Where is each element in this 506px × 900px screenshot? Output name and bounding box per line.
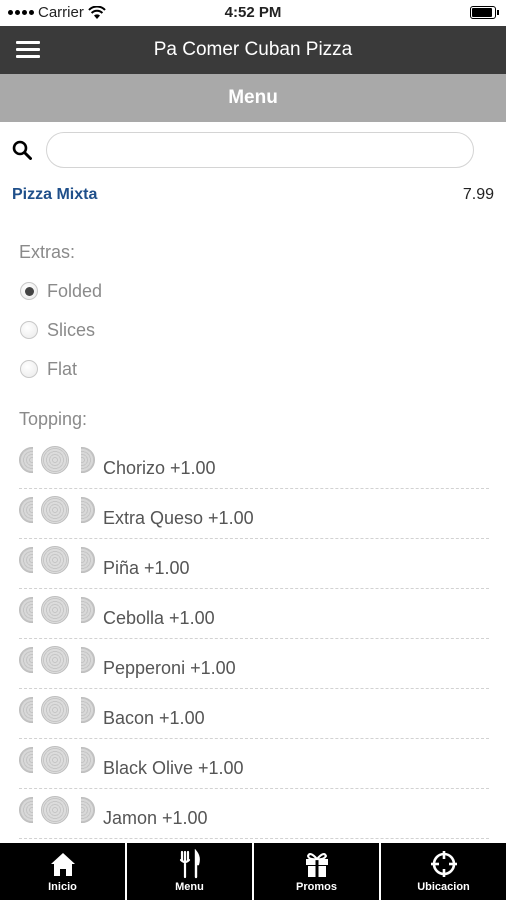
extras-option-slices[interactable]: Slices [20, 316, 95, 344]
search-bar [0, 128, 506, 170]
radio-button[interactable] [20, 360, 38, 378]
nav-title: Pa Comer Cuban Pizza [153, 39, 353, 60]
tab-label: Ubicacion [417, 881, 470, 893]
topping-portion-selector [19, 545, 97, 575]
topping-label: Extra Queso +1.00 [103, 508, 254, 528]
topping-portion-selector [19, 645, 97, 675]
topping-portion-selector [19, 495, 97, 525]
whole-pizza-icon[interactable] [41, 446, 69, 474]
product-name: Pizza Mixta [12, 186, 98, 203]
topping-row: Bacon +1.00 [19, 689, 489, 739]
topping-row: Pepperoni +1.00 [19, 639, 489, 689]
status-bar: Carrier 4:52 PM [0, 0, 506, 26]
radio-label: Slices [47, 319, 96, 340]
tab-ubicacion[interactable]: Ubicacion [381, 843, 506, 900]
radio-label: Flat [47, 358, 78, 379]
topping-portion-selector [19, 745, 97, 775]
left-half-pizza-icon[interactable] [19, 547, 33, 573]
topping-row: Jamon +1.00 [19, 789, 489, 839]
right-half-pizza-icon[interactable] [81, 547, 95, 573]
right-half-pizza-icon[interactable] [81, 697, 95, 723]
whole-pizza-icon[interactable] [41, 696, 69, 724]
topping-label: Chorizo +1.00 [103, 458, 216, 478]
product-row[interactable]: Pizza Mixta 7.99 [12, 186, 494, 204]
topping-row: Black Olive +1.00 [19, 739, 489, 789]
whole-pizza-icon[interactable] [41, 546, 69, 574]
right-half-pizza-icon[interactable] [81, 447, 95, 473]
left-half-pizza-icon[interactable] [19, 647, 33, 673]
radio-button[interactable] [20, 282, 38, 300]
left-half-pizza-icon[interactable] [19, 447, 33, 473]
right-half-pizza-icon[interactable] [81, 647, 95, 673]
topping-label: Piña +1.00 [103, 558, 190, 578]
crosshair-icon [430, 851, 457, 877]
topping-row: Chorizo +1.00 [19, 439, 489, 489]
topping-row: Cebolla +1.00 [19, 589, 489, 639]
fork-knife-icon [179, 849, 200, 879]
topping-portion-selector [19, 795, 97, 825]
extras-option-flat[interactable]: Flat [20, 355, 77, 383]
left-half-pizza-icon[interactable] [19, 497, 33, 523]
nav-bar: Pa Comer Cuban Pizza [0, 26, 506, 74]
topping-row: Piña +1.00 [19, 539, 489, 589]
topping-label: Bacon +1.00 [103, 708, 205, 728]
battery-icon [470, 6, 499, 19]
extras-option-folded[interactable]: Folded [20, 277, 102, 305]
home-icon [50, 853, 75, 876]
left-half-pizza-icon[interactable] [19, 797, 33, 823]
topping-portion-selector [19, 595, 97, 625]
gift-icon [305, 853, 328, 877]
whole-pizza-icon[interactable] [41, 796, 69, 824]
topping-label: Cebolla +1.00 [103, 608, 215, 628]
topping-label: Topping: [19, 409, 88, 429]
tab-bar: Inicio Menu Promos Ubicacion [0, 843, 506, 900]
whole-pizza-icon[interactable] [41, 646, 69, 674]
status-time: 4:52 PM [224, 4, 282, 21]
section-title: Menu [0, 74, 506, 122]
topping-label: Jamon +1.00 [103, 808, 208, 828]
tab-label: Inicio [48, 881, 77, 893]
radio-label: Folded [47, 280, 103, 301]
tab-inicio[interactable]: Inicio [0, 843, 127, 900]
whole-pizza-icon[interactable] [41, 746, 69, 774]
topping-portion-selector [19, 445, 97, 475]
search-icon[interactable] [12, 140, 32, 160]
tab-menu[interactable]: Menu [127, 843, 254, 900]
right-half-pizza-icon[interactable] [81, 797, 95, 823]
left-half-pizza-icon[interactable] [19, 697, 33, 723]
left-half-pizza-icon[interactable] [19, 597, 33, 623]
topping-row: Extra Queso +1.00 [19, 489, 489, 539]
topping-label: Black Olive +1.00 [103, 758, 244, 778]
left-half-pizza-icon[interactable] [19, 747, 33, 773]
radio-button[interactable] [20, 321, 38, 339]
whole-pizza-icon[interactable] [41, 496, 69, 524]
topping-portion-selector [19, 695, 97, 725]
right-half-pizza-icon[interactable] [81, 597, 95, 623]
extras-label: Extras: [19, 242, 76, 262]
right-half-pizza-icon[interactable] [81, 497, 95, 523]
whole-pizza-icon[interactable] [41, 596, 69, 624]
tab-label: Menu [175, 881, 204, 893]
right-half-pizza-icon[interactable] [81, 747, 95, 773]
topping-label: Pepperoni +1.00 [103, 658, 236, 678]
tab-label: Promos [296, 881, 337, 893]
search-input[interactable] [46, 132, 474, 168]
tab-promos[interactable]: Promos [254, 843, 381, 900]
product-price: 7.99 [462, 186, 494, 203]
